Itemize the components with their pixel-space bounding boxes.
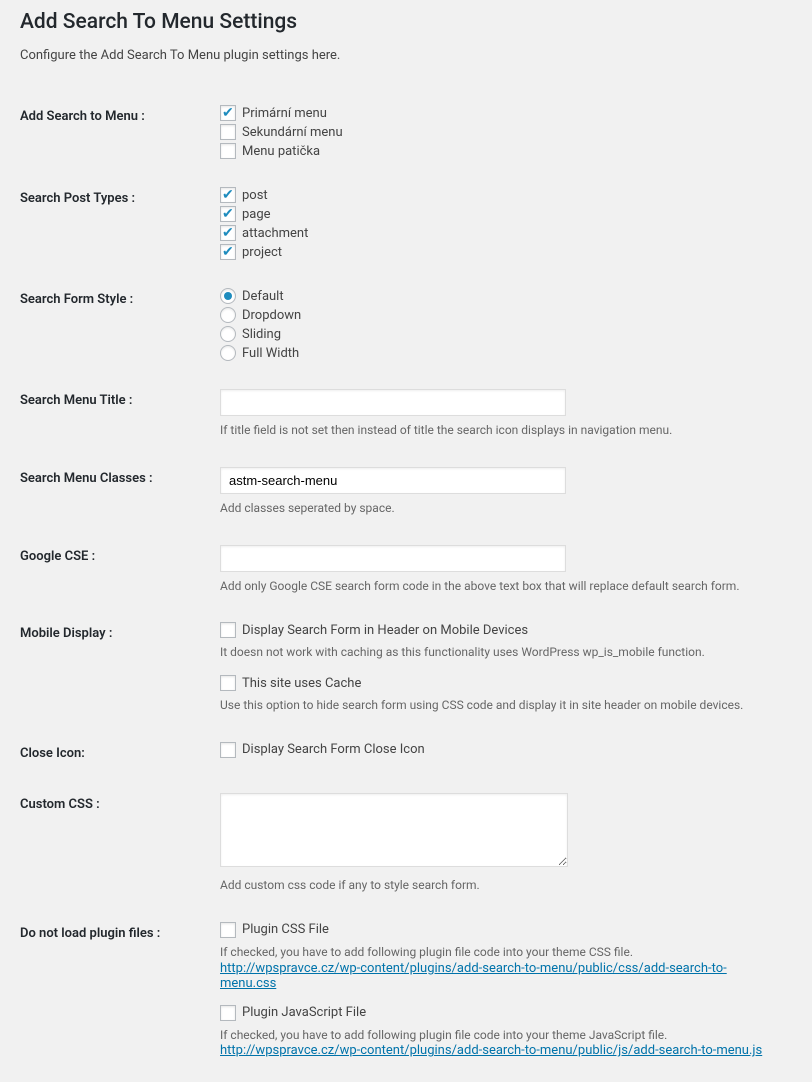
input-google-cse[interactable] bbox=[220, 545, 566, 572]
checkbox-plugin-js[interactable] bbox=[220, 1005, 236, 1021]
checkbox-primary-menu[interactable] bbox=[220, 105, 236, 121]
checkbox-label-project[interactable]: project bbox=[242, 245, 282, 260]
page-intro: Configure the Add Search To Menu plugin … bbox=[20, 48, 792, 63]
label-mobile-display: Mobile Display : bbox=[20, 608, 220, 728]
checkbox-label-attachment[interactable]: attachment bbox=[242, 226, 308, 241]
desc-custom-css: Add custom css code if any to style sear… bbox=[220, 877, 782, 894]
desc-google-cse: Add only Google CSE search form code in … bbox=[220, 578, 782, 595]
input-search-menu-title[interactable] bbox=[220, 389, 566, 416]
desc-search-menu-title: If title field is not set then instead o… bbox=[220, 422, 782, 439]
checkbox-label-plugin-css[interactable]: Plugin CSS File bbox=[242, 922, 329, 937]
checkbox-plugin-css[interactable] bbox=[220, 922, 236, 938]
checkbox-label-plugin-js[interactable]: Plugin JavaScript File bbox=[242, 1005, 366, 1020]
radio-sliding[interactable] bbox=[220, 326, 236, 342]
checkbox-label-page[interactable]: page bbox=[242, 207, 271, 222]
radio-label-fullwidth[interactable]: Full Width bbox=[242, 346, 299, 361]
checkbox-label-mobile-header[interactable]: Display Search Form in Header on Mobile … bbox=[242, 623, 528, 638]
checkbox-label-post[interactable]: post bbox=[242, 188, 268, 203]
checkbox-post[interactable] bbox=[220, 187, 236, 203]
radio-label-dropdown[interactable]: Dropdown bbox=[242, 308, 301, 323]
radio-fullwidth[interactable] bbox=[220, 345, 236, 361]
checkbox-label-close-icon[interactable]: Display Search Form Close Icon bbox=[242, 742, 425, 757]
textarea-custom-css[interactable] bbox=[220, 793, 568, 867]
checkbox-label-footer-menu[interactable]: Menu patička bbox=[242, 144, 320, 159]
checkbox-close-icon[interactable] bbox=[220, 742, 236, 758]
link-plugin-js[interactable]: http://wpspravce.cz/wp-content/plugins/a… bbox=[220, 1043, 762, 1058]
desc-plugin-css: If checked, you have to add following pl… bbox=[220, 944, 782, 961]
label-search-menu-classes: Search Menu Classes : bbox=[20, 453, 220, 531]
radio-label-default[interactable]: Default bbox=[242, 289, 284, 304]
label-close-icon: Close Icon: bbox=[20, 728, 220, 779]
link-plugin-css[interactable]: http://wpspravce.cz/wp-content/plugins/a… bbox=[220, 961, 727, 991]
label-custom-css: Custom CSS : bbox=[20, 779, 220, 908]
checkbox-secondary-menu[interactable] bbox=[220, 124, 236, 140]
checkbox-label-primary-menu[interactable]: Primární menu bbox=[242, 106, 327, 121]
desc-mobile-header: It doesn not work with caching as this f… bbox=[220, 644, 782, 661]
label-search-form-style: Search Form Style : bbox=[20, 274, 220, 375]
checkbox-uses-cache[interactable] bbox=[220, 675, 236, 691]
label-add-search-to-menu: Add Search to Menu : bbox=[20, 91, 220, 173]
radio-default[interactable] bbox=[220, 288, 236, 304]
radio-dropdown[interactable] bbox=[220, 307, 236, 323]
checkbox-project[interactable] bbox=[220, 244, 236, 260]
desc-search-menu-classes: Add classes seperated by space. bbox=[220, 500, 782, 517]
desc-plugin-js: If checked, you have to add following pl… bbox=[220, 1027, 782, 1044]
radio-label-sliding[interactable]: Sliding bbox=[242, 327, 281, 342]
checkbox-footer-menu[interactable] bbox=[220, 143, 236, 159]
label-search-menu-title: Search Menu Title : bbox=[20, 375, 220, 453]
label-search-post-types: Search Post Types : bbox=[20, 173, 220, 274]
checkbox-mobile-header[interactable] bbox=[220, 622, 236, 638]
checkbox-attachment[interactable] bbox=[220, 225, 236, 241]
label-google-cse: Google CSE : bbox=[20, 531, 220, 609]
checkbox-label-uses-cache[interactable]: This site uses Cache bbox=[242, 676, 361, 691]
label-do-not-load: Do not load plugin files : bbox=[20, 908, 220, 1073]
input-search-menu-classes[interactable] bbox=[220, 467, 566, 494]
checkbox-page[interactable] bbox=[220, 206, 236, 222]
page-title: Add Search To Menu Settings bbox=[20, 10, 792, 34]
checkbox-label-secondary-menu[interactable]: Sekundární menu bbox=[242, 125, 343, 140]
desc-uses-cache: Use this option to hide search form usin… bbox=[220, 697, 782, 714]
